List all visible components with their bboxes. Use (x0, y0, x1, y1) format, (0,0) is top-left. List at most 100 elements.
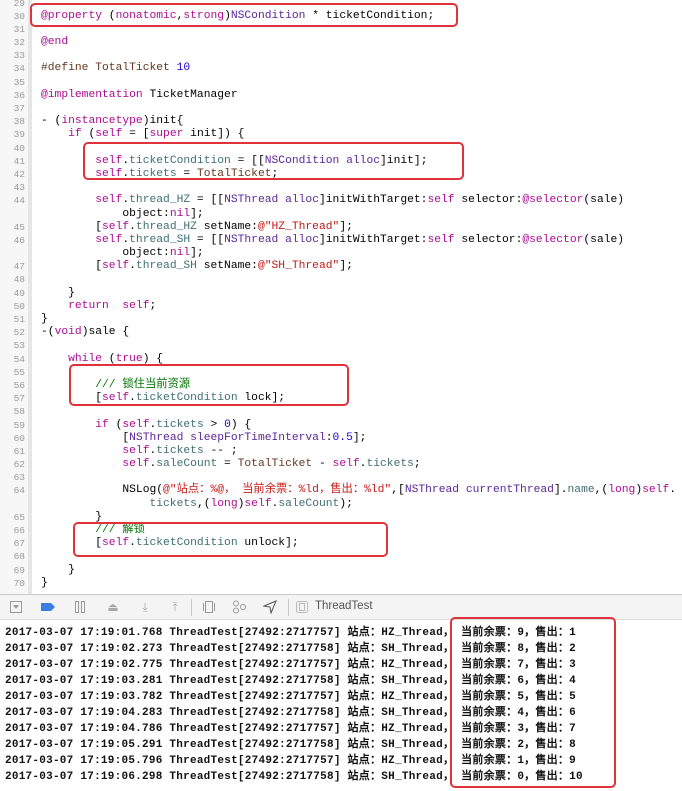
code-line[interactable]: 69 } (0, 564, 682, 577)
code-line[interactable]: object:nil]; (0, 208, 682, 221)
code-line[interactable]: 68 (0, 550, 682, 563)
code-text: } (41, 511, 102, 524)
location-icon[interactable] (262, 600, 277, 615)
line-number: 38 (13, 116, 25, 128)
code-line[interactable]: 65 } (0, 511, 682, 524)
code-token: name (567, 484, 595, 497)
code-line[interactable]: 66 /// 解锁 (0, 524, 682, 537)
code-line[interactable]: 63 (0, 471, 682, 484)
code-line[interactable]: 52 -(void)sale { (0, 326, 682, 339)
code-token: thread_SH (135, 260, 197, 273)
code-token: = [ (122, 128, 150, 141)
code-line[interactable]: 59 if (self.tickets > 0) { (0, 419, 682, 432)
code-line[interactable]: 55 (0, 366, 682, 379)
code-token: . (129, 392, 136, 405)
code-line[interactable]: 40 (0, 142, 682, 155)
code-token: super (149, 128, 184, 141)
code-line[interactable]: 60 [NSThread sleepForTimeInterval:0.5]; (0, 432, 682, 445)
code-text: } (41, 577, 48, 590)
code-token: ; (271, 167, 279, 180)
console-line: 2017-03-07 17:19:02.273 ThreadTest[27492… (5, 641, 576, 657)
code-token: @implementation (41, 88, 143, 101)
code-line[interactable]: 57 [self.ticketCondition lock]; (0, 392, 682, 405)
toolbar-separator (191, 599, 192, 616)
code-line[interactable]: 31 (0, 23, 682, 36)
code-token: self (244, 497, 272, 510)
code-line[interactable]: 64 NSLog(@"站点：%@， 当前余票：%ld，售出：%ld",[NSTh… (0, 484, 682, 497)
line-number: 52 (13, 327, 25, 339)
code-token: init]) { (183, 128, 245, 141)
code-line[interactable]: 62 self.saleCount = TotalTicket - self.t… (0, 458, 682, 471)
code-token: ,( (196, 497, 211, 510)
code-token: ]; (352, 431, 367, 444)
code-text: self.thread_SH = [[NSThread alloc]initWi… (41, 234, 624, 247)
code-line[interactable]: 33 (0, 49, 682, 62)
code-line[interactable]: 34 #define TotalTicket 10 (0, 62, 682, 75)
code-token: ( (108, 418, 123, 431)
line-number: 45 (13, 221, 25, 233)
code-line[interactable]: 58 (0, 405, 682, 418)
code-line[interactable]: 42 self.tickets = TotalTicket; (0, 168, 682, 181)
code-line[interactable]: object:nil]; (0, 247, 682, 260)
code-line[interactable]: 37 (0, 102, 682, 115)
code-token: ( (81, 128, 96, 141)
view-hierarchy-icon[interactable] (202, 600, 216, 614)
code-text: } (41, 564, 75, 577)
code-line[interactable]: 30 @property (nonatomic,strong)NSConditio… (0, 10, 682, 23)
code-editor[interactable]: 29 30 @property (nonatomic,strong)NSCondit… (0, 0, 682, 594)
code-token: currentThread (465, 484, 554, 497)
code-text: while (true) { (41, 353, 163, 366)
code-line[interactable]: 54 while (true) { (0, 353, 682, 366)
code-line[interactable]: 70} (0, 577, 682, 590)
code-token: self (427, 233, 455, 246)
code-token: self (102, 220, 130, 233)
code-line[interactable]: 35 (0, 76, 682, 89)
code-line[interactable]: 51} (0, 313, 682, 326)
code-line[interactable]: 29 (0, 0, 682, 10)
code-token: alloc (285, 233, 319, 246)
code-token: [ (41, 392, 103, 405)
code-token: ]; (190, 247, 204, 260)
code-token: [ (41, 260, 103, 273)
code-line[interactable]: 61 self.tickets -- ; (0, 445, 682, 458)
code-line[interactable]: 36 @implementation TicketManager (0, 89, 682, 102)
pause-icon[interactable] (73, 600, 87, 614)
code-line[interactable]: tickets,(long)self.saleCount); (0, 498, 682, 511)
log-result: 当前余票：1，售出：9 (461, 755, 577, 767)
code-line[interactable]: 39 if (self = [super init]) { (0, 128, 682, 141)
code-line[interactable]: 67 [self.ticketCondition unlock]; (0, 537, 682, 550)
code-line[interactable]: 32 @end (0, 36, 682, 49)
line-number: 61 (13, 445, 25, 457)
code-line[interactable]: 50 return self; (0, 300, 682, 313)
code-line[interactable]: 45 [self.thread_HZ setName:@"HZ_Thread"]… (0, 221, 682, 234)
code-line[interactable]: 47 [self.thread_SH setName:@"SH_Thread"]… (0, 260, 682, 273)
code-text: /// 锁住当前资源 (41, 379, 190, 392)
console-line: 2017-03-07 17:19:04.283 ThreadTest[27492… (5, 705, 576, 721)
code-line[interactable]: 48 (0, 273, 682, 286)
code-line[interactable]: 38 - (instancetype)init{ (0, 115, 682, 128)
console-output[interactable]: 2017-03-07 17:19:01.768 ThreadTest[27492… (0, 620, 682, 791)
code-line[interactable]: 46 self.thread_SH = [[NSThread alloc]ini… (0, 234, 682, 247)
code-token: while (68, 352, 103, 365)
code-line[interactable]: 49 } (0, 287, 682, 300)
code-token: @"SH_Thread" (257, 260, 340, 273)
code-token: tickets (156, 444, 204, 457)
hide-debug-area-icon[interactable] (9, 600, 23, 614)
step-over-icon[interactable]: ⏏ (106, 600, 120, 614)
code-token: NSLog( (41, 484, 164, 497)
code-text: object:nil]; (41, 208, 203, 221)
code-line[interactable]: 44 self.thread_HZ = [[NSThread alloc]ini… (0, 194, 682, 207)
code-line[interactable]: 43 (0, 181, 682, 194)
step-out-icon[interactable]: ⤒ (168, 600, 182, 614)
code-line[interactable]: 53 (0, 339, 682, 352)
code-line[interactable]: 56 /// 锁住当前资源 (0, 379, 682, 392)
console-line: 2017-03-07 17:19:03.782 ThreadTest[27492… (5, 689, 576, 705)
code-token: alloc (346, 154, 381, 167)
memory-graph-icon[interactable] (232, 600, 246, 614)
breakpoints-toggle-icon[interactable] (40, 600, 55, 614)
target-name[interactable]: ThreadTest (315, 600, 373, 612)
step-into-icon[interactable]: ⤓ (138, 600, 152, 614)
code-line[interactable]: 41 self.ticketCondition = [[NSCondition … (0, 155, 682, 168)
